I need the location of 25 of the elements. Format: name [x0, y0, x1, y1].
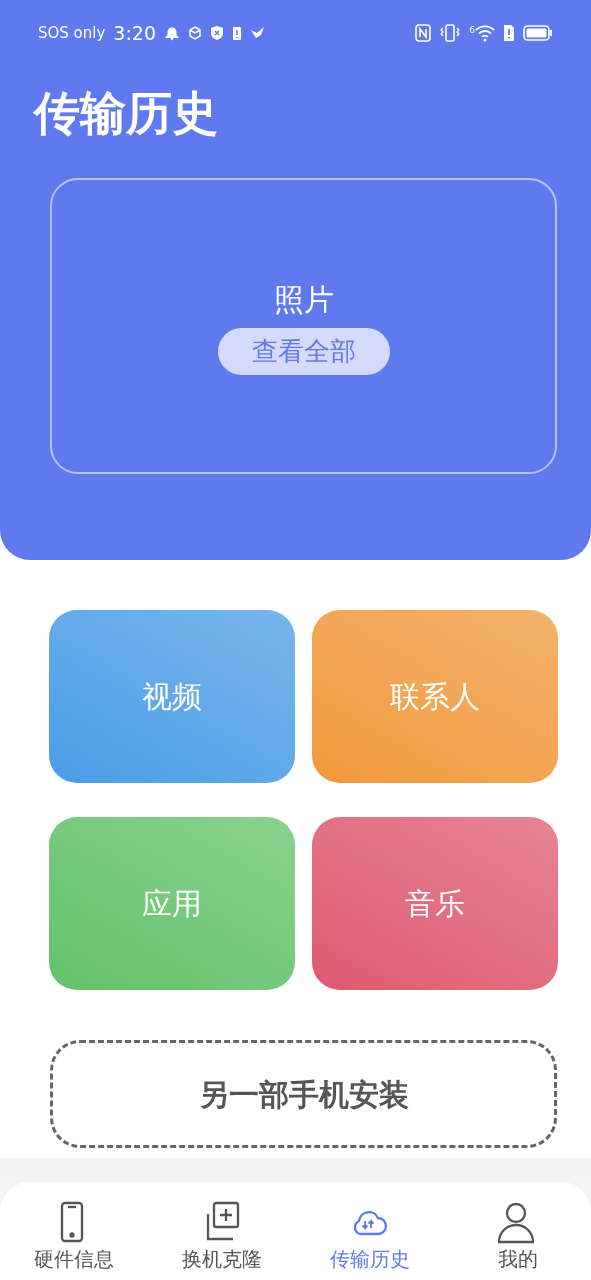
wifi-icon: [475, 24, 495, 42]
category-tile[interactable]: 联系人: [312, 610, 558, 783]
category-tile[interactable]: 应用: [49, 817, 295, 990]
battery-icon: [523, 25, 553, 41]
nav-tab[interactable]: 换机克隆: [148, 1182, 295, 1280]
bell-icon: [164, 25, 181, 41]
nav-tab[interactable]: 我的: [444, 1182, 591, 1280]
cube-icon: [188, 26, 203, 40]
clock-time: 3:20: [113, 20, 157, 46]
nav-tab[interactable]: 硬件信息: [0, 1182, 147, 1280]
nfc-icon: [415, 24, 432, 42]
photos-label: 照片: [273, 281, 334, 320]
category-tile[interactable]: 音乐: [312, 817, 558, 990]
battery-alert-icon: [232, 25, 243, 41]
nav-tab[interactable]: 传输历史: [296, 1182, 443, 1280]
category-tile[interactable]: 视频: [49, 610, 295, 783]
wifi-badge-text: 6: [469, 24, 475, 37]
vibrate-icon: [439, 24, 462, 42]
view-all-button[interactable]: 查看全部: [217, 328, 390, 376]
photos-card[interactable]: 照片 查看全部: [50, 178, 557, 475]
shield-icon: [210, 25, 225, 41]
sim-alert-icon: [503, 24, 515, 42]
install-button[interactable]: 另一部手机安装: [50, 1040, 557, 1148]
carrier-text: SOS only: [38, 22, 106, 44]
page-title: 传输历史: [34, 86, 219, 142]
